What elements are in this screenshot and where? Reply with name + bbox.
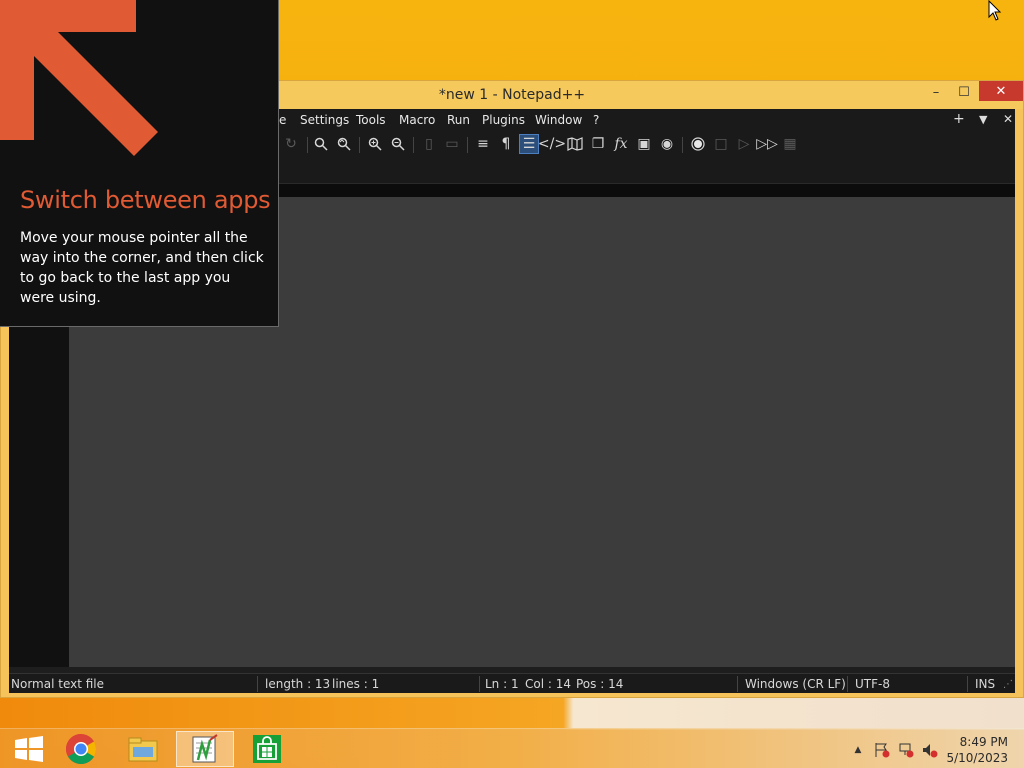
store-icon [253, 735, 281, 763]
function-list-icon[interactable]: fx [611, 134, 631, 154]
status-encoding: UTF-8 [855, 677, 890, 691]
udl-icon[interactable]: </> [538, 134, 566, 154]
close-button[interactable]: ✕ [979, 81, 1023, 101]
status-length: length : 13 [265, 677, 331, 691]
chrome-button[interactable] [52, 731, 110, 767]
document-list-icon[interactable]: ❐ [588, 134, 608, 154]
start-button[interactable] [0, 731, 58, 767]
mouse-cursor-icon [988, 0, 1002, 21]
switch-apps-tip: Switch between apps Move your mouse poin… [0, 0, 279, 327]
menu-settings[interactable]: Settings [300, 113, 349, 127]
zoom-in-icon[interactable] [365, 134, 385, 154]
notepad-plus-plus-icon [192, 734, 218, 763]
sync-horizontal-icon[interactable]: ▭ [442, 134, 462, 154]
word-wrap-icon[interactable]: ≡ [473, 134, 493, 154]
show-hidden-icons-icon[interactable]: ▲ [850, 742, 866, 758]
folder-as-workspace-icon[interactable]: ▣ [634, 134, 654, 154]
menu-tools[interactable]: Tools [356, 113, 386, 127]
menu-plugins[interactable]: Plugins [482, 113, 525, 127]
status-insert-mode: INS [975, 677, 996, 691]
maximize-button[interactable]: ☐ [946, 81, 982, 103]
start-icon [15, 736, 43, 762]
indent-guide-icon[interactable]: ☰ [519, 134, 539, 154]
find-icon[interactable] [311, 134, 331, 154]
tip-body: Move your mouse pointer all the way into… [20, 230, 264, 306]
status-line-number: Ln : 1 [485, 677, 519, 691]
corner-arrow-icon [0, 0, 158, 156]
menu-macro[interactable]: Macro [399, 113, 435, 127]
status-position: Pos : 14 [576, 677, 624, 691]
show-all-characters-icon[interactable]: ¶ [496, 134, 516, 154]
menu-window[interactable]: Window [535, 113, 582, 127]
clock-time: 8:49 PM [959, 735, 1008, 749]
file-explorer-icon [128, 737, 158, 762]
menu-view[interactable]: e [279, 113, 286, 127]
redo-icon[interactable]: ↻ [281, 134, 301, 154]
volume-muted-icon[interactable] [922, 742, 938, 758]
run-macro-multiple-icon[interactable]: ▷▷ [756, 134, 778, 154]
save-macro-icon[interactable]: ▦ [780, 134, 800, 154]
chrome-icon [65, 734, 97, 765]
status-file-type: Normal text file [11, 677, 105, 691]
new-tab-button[interactable]: + [953, 111, 965, 127]
status-bar: Normal text file length : 13 lines : 1 L… [9, 673, 1015, 693]
replace-icon[interactable] [334, 134, 354, 154]
status-lines: lines : 1 [332, 677, 380, 691]
taskbar: ▲ 8:49 PM 5/10/2023 [0, 728, 1024, 768]
menu-run[interactable]: Run [447, 113, 470, 127]
file-explorer-button[interactable] [114, 731, 172, 767]
clock-date: 5/10/2023 [946, 751, 1008, 765]
network-icon[interactable] [898, 742, 914, 758]
store-button[interactable] [238, 731, 296, 767]
record-macro-icon[interactable] [688, 134, 708, 154]
notepad-plus-plus-button[interactable] [176, 731, 234, 767]
document-map-icon[interactable] [565, 134, 585, 154]
status-eol: Windows (CR LF) [745, 677, 846, 691]
monitoring-icon[interactable]: ◉ [657, 134, 677, 154]
play-macro-icon[interactable]: ▷ [734, 134, 754, 154]
system-clock[interactable]: 8:49 PM 5/10/2023 [938, 734, 1008, 766]
tip-title: Switch between apps [20, 186, 271, 214]
resize-grip-icon[interactable]: ⋰ [1003, 679, 1013, 690]
sync-vertical-icon[interactable]: ▯ [419, 134, 439, 154]
zoom-out-icon[interactable] [388, 134, 408, 154]
stop-macro-icon[interactable]: □ [711, 134, 731, 154]
tab-list-button[interactable]: ▼ [979, 113, 987, 126]
status-column: Col : 14 [525, 677, 571, 691]
close-tab-button[interactable]: ✕ [1003, 112, 1013, 126]
action-center-flag-icon[interactable] [874, 742, 890, 758]
menu-help[interactable]: ? [593, 113, 599, 127]
